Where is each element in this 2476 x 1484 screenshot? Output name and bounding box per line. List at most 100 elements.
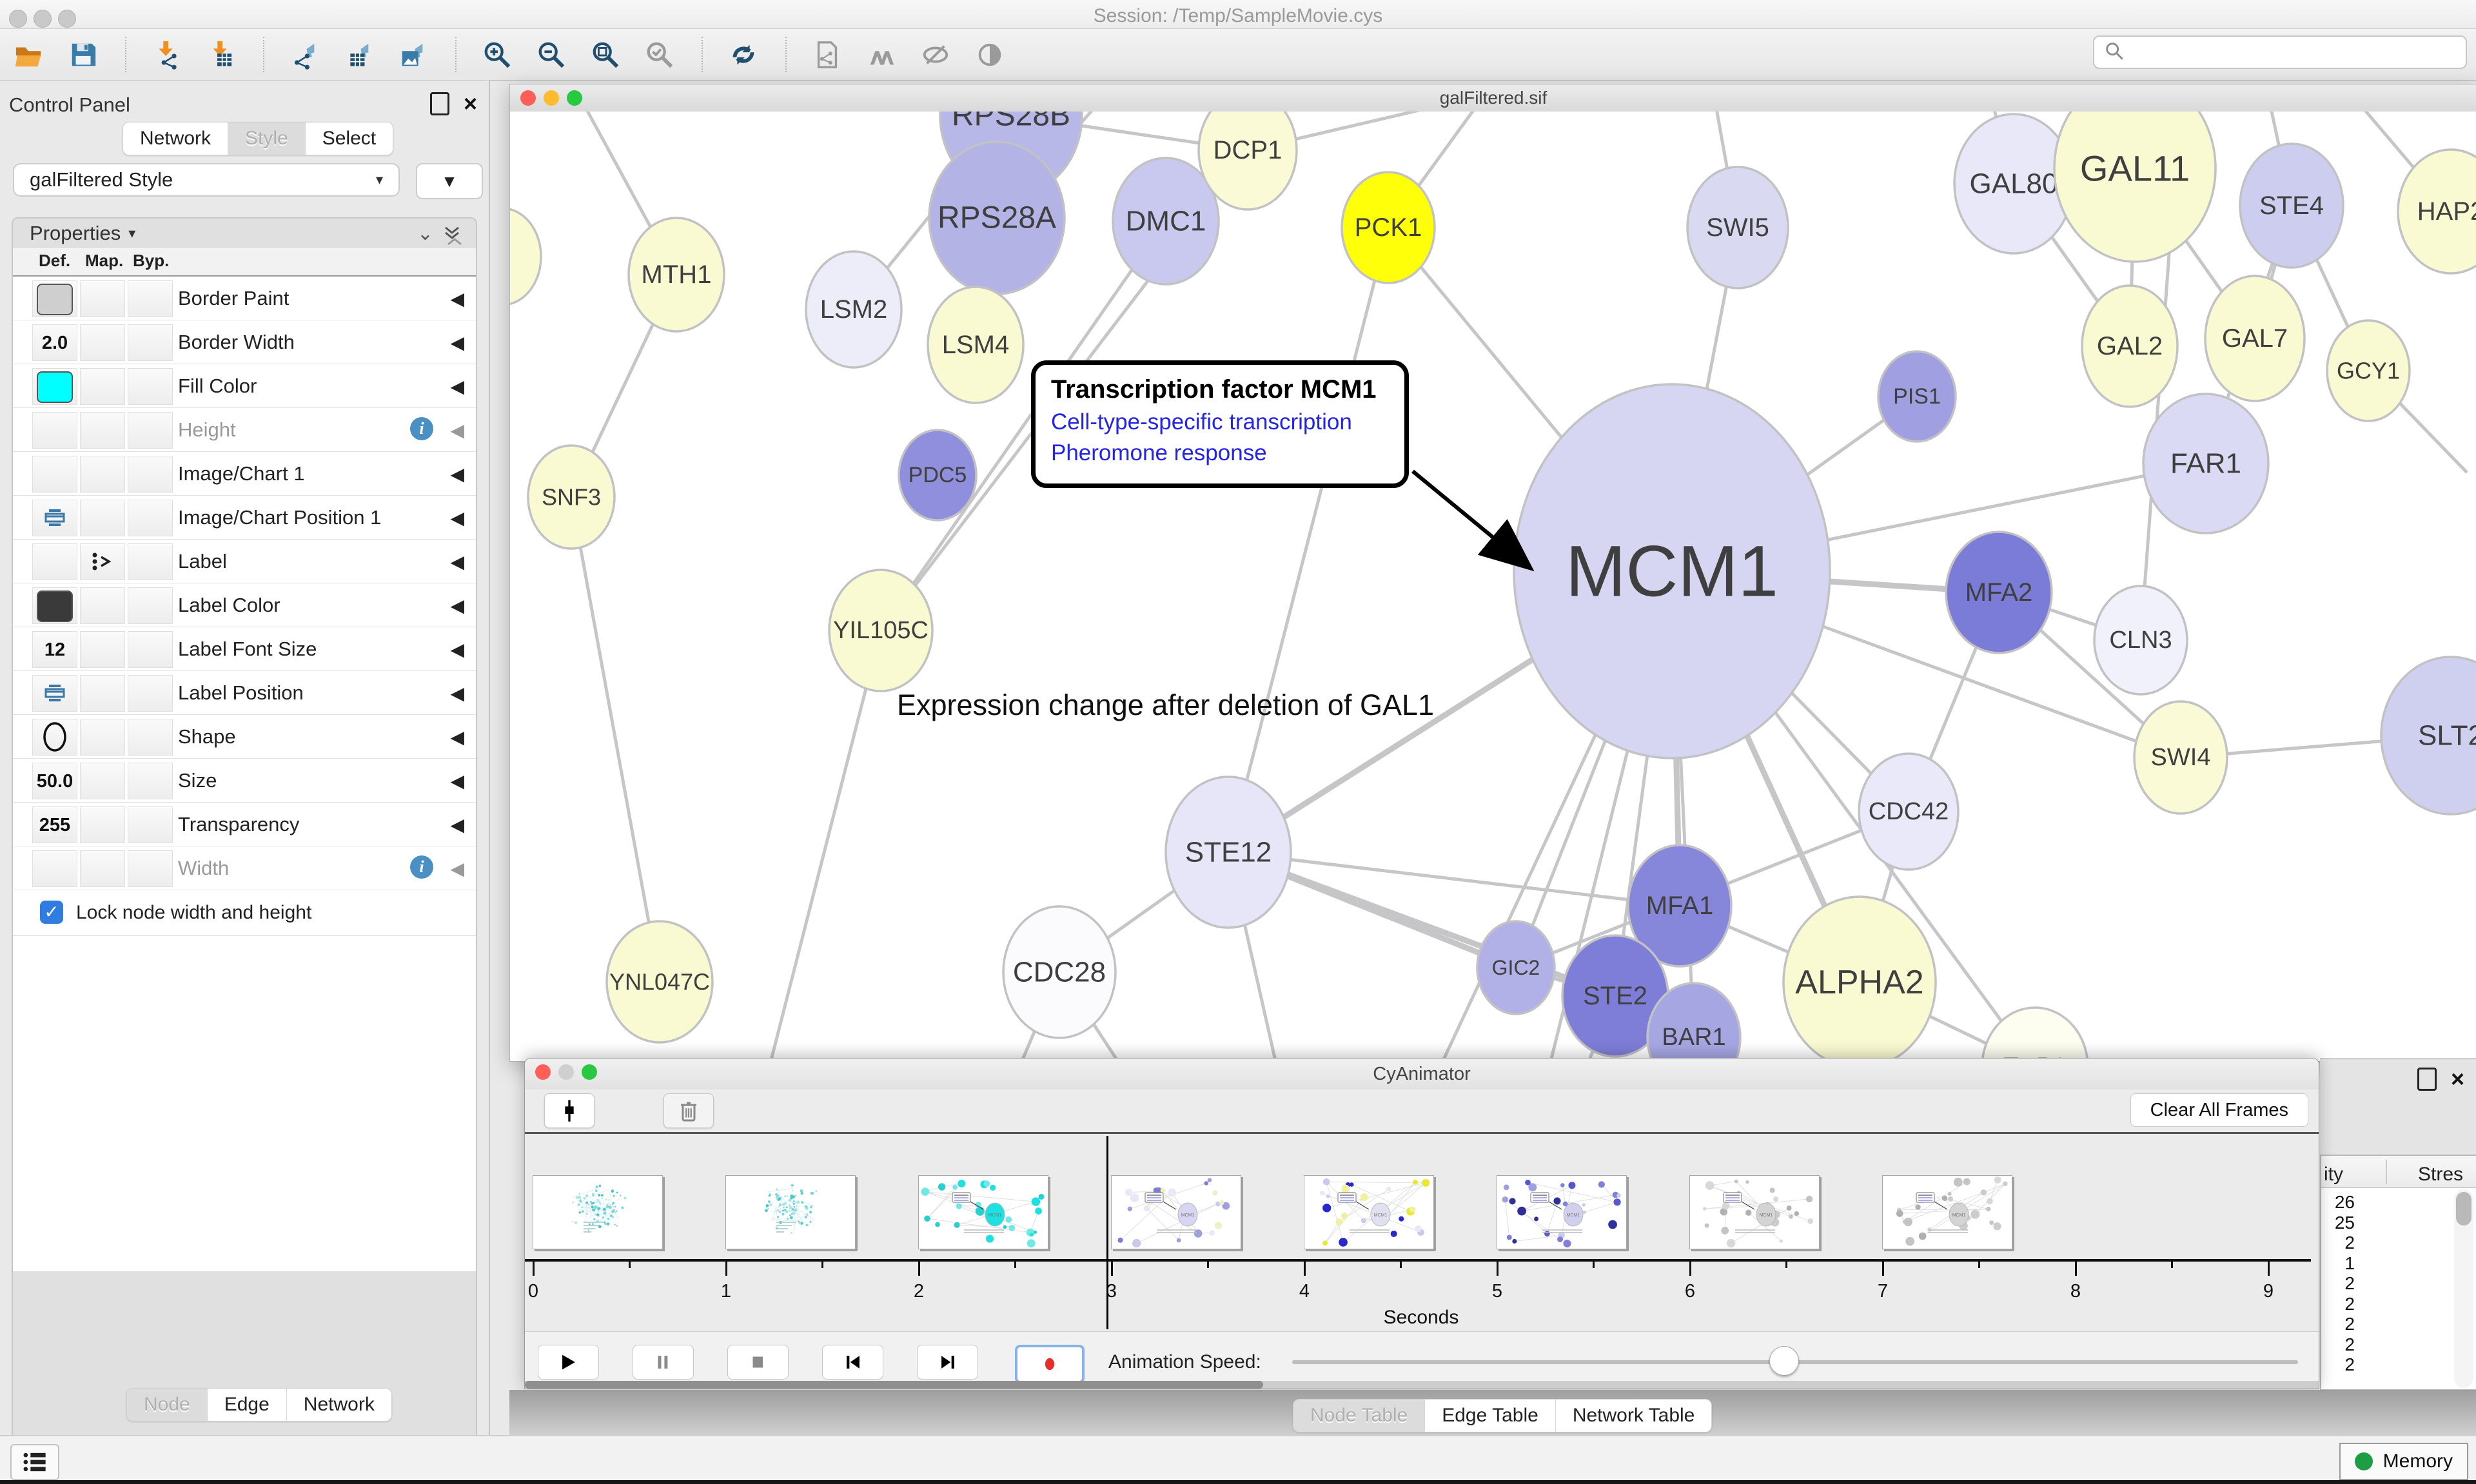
- playhead[interactable]: [1106, 1136, 1108, 1329]
- property-row-image-chart-position-1[interactable]: Image/Chart Position 1◀: [13, 496, 476, 540]
- export-table-button[interactable]: [340, 36, 378, 73]
- def-cell[interactable]: [32, 280, 77, 317]
- tab-network-table[interactable]: Network Table: [1556, 1400, 1712, 1432]
- node-table[interactable]: ity Stres 26252122222: [2320, 1155, 2476, 1391]
- network-node-alpha2[interactable]: ALPHA2: [1783, 897, 1936, 1060]
- property-row-image-chart-1[interactable]: Image/Chart 1◀: [13, 452, 476, 496]
- expand-row-icon[interactable]: ◀: [450, 551, 464, 572]
- refresh-view-button[interactable]: [725, 36, 762, 73]
- property-row-label-position[interactable]: Label Position◀: [13, 671, 476, 715]
- expand-row-icon[interactable]: ◀: [450, 683, 464, 704]
- expand-row-icon[interactable]: ◀: [450, 858, 464, 879]
- close-panel-icon[interactable]: ×: [464, 94, 477, 113]
- network-node-rps28a[interactable]: RPS28A: [929, 142, 1065, 294]
- frame-thumbnail-1[interactable]: [533, 1175, 663, 1249]
- import-network-button[interactable]: [148, 36, 186, 73]
- network-node-lsm4[interactable]: LSM4: [928, 287, 1023, 403]
- annotation-box[interactable]: Transcription factor MCM1 Cell-type-spec…: [1031, 360, 1409, 488]
- map-cell[interactable]: [80, 324, 125, 361]
- def-cell[interactable]: [32, 543, 77, 580]
- network-node-pdc5[interactable]: PDC5: [899, 430, 976, 520]
- expand-row-icon[interactable]: ◀: [450, 814, 464, 835]
- stop-button[interactable]: [727, 1345, 789, 1380]
- properties-header[interactable]: Properties ▾ ⌄: [13, 219, 476, 248]
- network-node-cdc42[interactable]: CDC42: [1859, 754, 1958, 870]
- byp-cell[interactable]: [128, 324, 173, 361]
- frame-thumbnail-8[interactable]: MCM1: [1882, 1175, 2012, 1249]
- tab-network[interactable]: Network: [287, 1389, 391, 1421]
- def-cell[interactable]: [32, 675, 77, 712]
- lock-size-row[interactable]: ✓Lock node width and height: [13, 890, 476, 936]
- zoom-in-button[interactable]: [478, 36, 516, 73]
- map-cell[interactable]: [80, 412, 125, 449]
- add-frame-button[interactable]: [544, 1093, 594, 1128]
- def-cell[interactable]: [32, 587, 77, 624]
- network-node-yil105c[interactable]: YIL105C: [829, 570, 932, 691]
- open-session-button[interactable]: [10, 36, 48, 73]
- network-node-cln3[interactable]: CLN3: [2094, 586, 2187, 694]
- tab-node-table[interactable]: Node Table: [1293, 1400, 1425, 1432]
- property-row-label-color[interactable]: Label Color◀: [13, 583, 476, 627]
- search-box[interactable]: [2093, 35, 2467, 69]
- def-cell[interactable]: 12: [32, 631, 77, 668]
- map-cell[interactable]: [80, 719, 125, 756]
- cyanimator-hscrollbar[interactable]: [525, 1381, 2319, 1389]
- def-cell[interactable]: [32, 719, 77, 756]
- play-button[interactable]: [538, 1345, 599, 1380]
- expand-row-icon[interactable]: ◀: [450, 288, 464, 309]
- frames-timeline[interactable]: MCM1MCM1MCM1MCM1MCM1MCM1 0123456789 Seco…: [525, 1134, 2319, 1331]
- tab-select[interactable]: Select: [306, 122, 393, 155]
- byp-cell[interactable]: [128, 412, 173, 449]
- byp-cell[interactable]: [128, 368, 173, 405]
- property-row-transparency[interactable]: 255Transparency◀: [13, 803, 476, 846]
- property-row-fill-color[interactable]: Fill Color◀: [13, 364, 476, 408]
- tab-edge[interactable]: Edge: [208, 1389, 287, 1421]
- map-cell[interactable]: [80, 763, 125, 799]
- annotation-link[interactable]: Pheromone response: [1051, 440, 1389, 466]
- search-input[interactable]: [2132, 41, 2457, 63]
- byp-cell[interactable]: [128, 456, 173, 493]
- map-cell[interactable]: [80, 850, 125, 887]
- network-node-snf3[interactable]: SNF3: [528, 445, 614, 549]
- property-row-label-font-size[interactable]: 12Label Font Size◀: [13, 627, 476, 671]
- network-node-ynl047c[interactable]: YNL047C: [607, 921, 712, 1042]
- expand-row-icon[interactable]: ◀: [450, 727, 464, 748]
- map-cell[interactable]: [80, 280, 125, 317]
- property-row-shape[interactable]: Shape◀: [13, 715, 476, 759]
- network-edge[interactable]: [571, 497, 660, 982]
- float-panel-icon[interactable]: [430, 92, 449, 115]
- table-cell[interactable]: 2: [2320, 1314, 2355, 1334]
- save-session-button[interactable]: [64, 36, 102, 73]
- frame-thumbnail-4[interactable]: MCM1: [1111, 1175, 1241, 1249]
- map-cell[interactable]: [80, 543, 125, 580]
- show-panels-button[interactable]: [10, 1444, 59, 1480]
- def-cell[interactable]: [32, 500, 77, 536]
- tab-network[interactable]: Network: [123, 122, 228, 155]
- info-icon[interactable]: i: [410, 855, 433, 879]
- network-node-cdc28[interactable]: CDC28: [1003, 906, 1115, 1038]
- network-node-mth1[interactable]: MTH1: [629, 218, 724, 331]
- expand-row-icon[interactable]: ◀: [450, 770, 464, 792]
- byp-cell[interactable]: [128, 763, 173, 799]
- property-row-border-paint[interactable]: Border Paint◀: [13, 277, 476, 320]
- byp-cell[interactable]: [128, 280, 173, 317]
- network-node-lsm2[interactable]: LSM2: [806, 251, 901, 367]
- tab-node[interactable]: Node: [127, 1389, 208, 1421]
- expand-row-icon[interactable]: ◀: [450, 464, 464, 485]
- network-node-slt2[interactable]: SLT2: [2381, 657, 2476, 814]
- frame-thumbnail-3[interactable]: MCM1: [918, 1175, 1048, 1249]
- map-cell[interactable]: [80, 675, 125, 712]
- float-panel-icon[interactable]: [2417, 1068, 2437, 1091]
- property-row-border-width[interactable]: 2.0Border Width◀: [13, 320, 476, 364]
- table-cell[interactable]: 2: [2320, 1334, 2355, 1355]
- network-node-swi5[interactable]: SWI5: [1687, 167, 1788, 288]
- zoom-fit-button[interactable]: [587, 36, 624, 73]
- property-row-label[interactable]: Label◀: [13, 540, 476, 583]
- network-node-gal7[interactable]: GAL7: [2205, 276, 2304, 401]
- table-cell[interactable]: 1: [2320, 1253, 2355, 1274]
- table-cell[interactable]: 2: [2320, 1273, 2355, 1294]
- skip-start-button[interactable]: [822, 1345, 883, 1380]
- expand-row-icon[interactable]: ◀: [450, 376, 464, 397]
- table-cell[interactable]: 25: [2320, 1213, 2355, 1233]
- expand-row-icon[interactable]: ◀: [450, 507, 464, 529]
